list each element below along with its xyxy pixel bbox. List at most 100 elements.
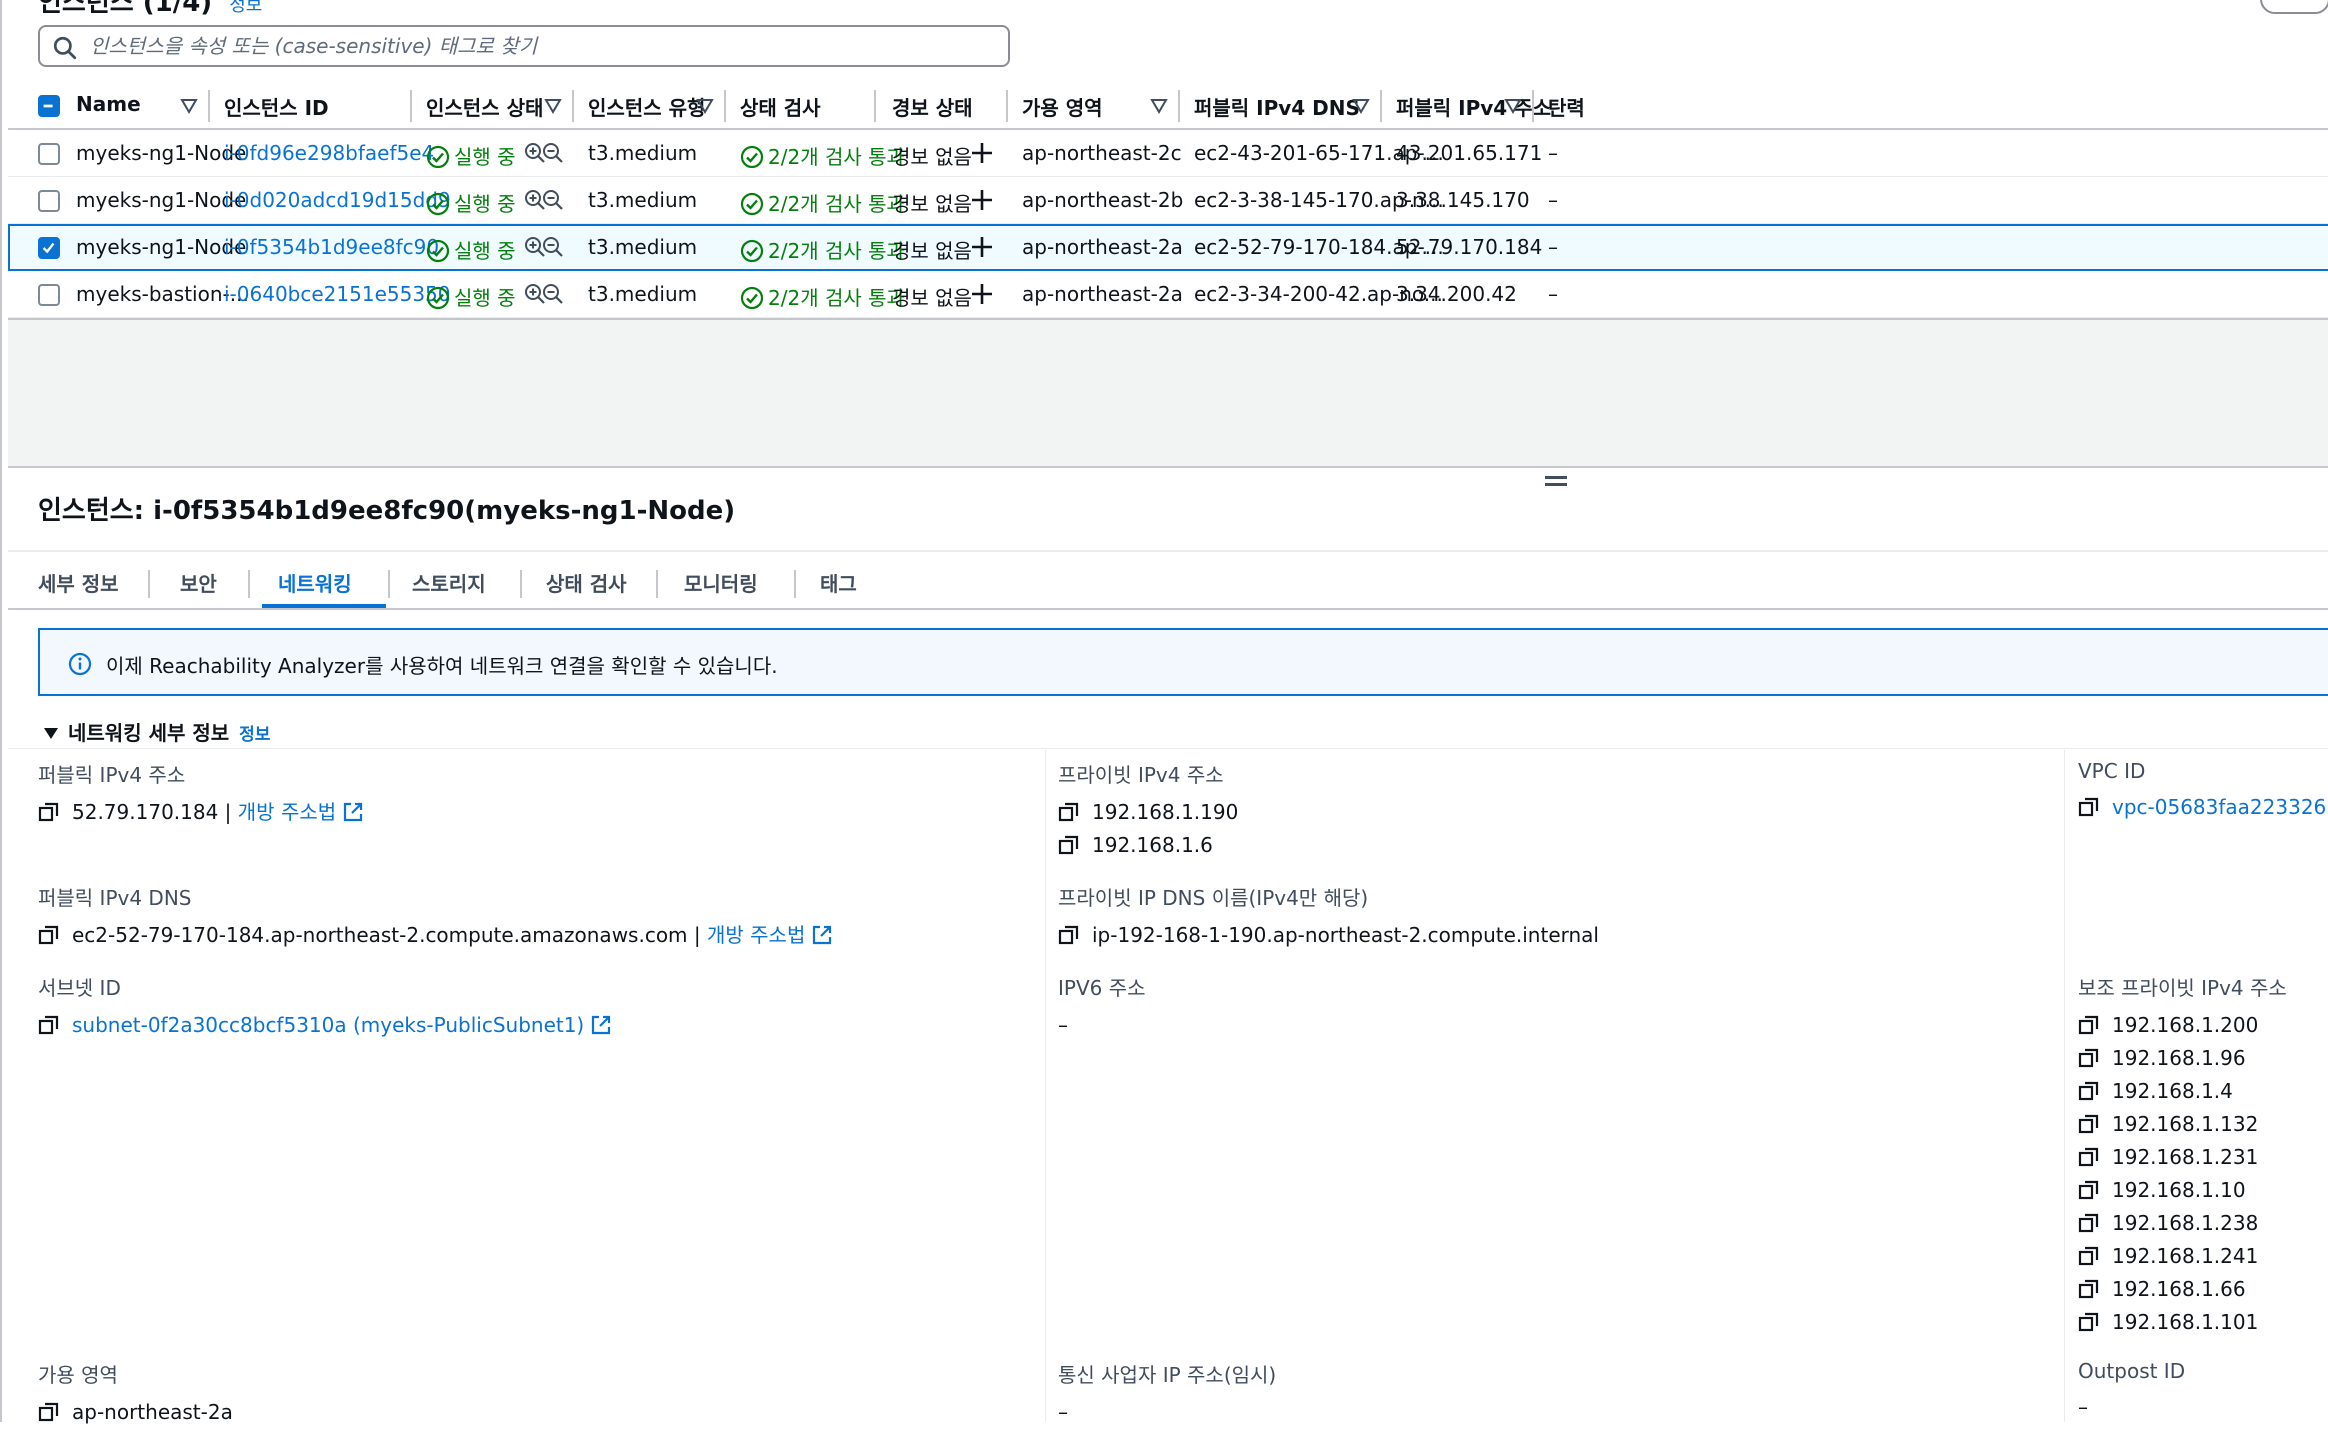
external-link-icon[interactable] xyxy=(590,1014,612,1036)
tab-storage[interactable]: 스토리지 xyxy=(412,568,486,597)
row-checkbox[interactable] xyxy=(38,237,60,259)
copy-icon[interactable] xyxy=(2078,1146,2100,1168)
tab-tags[interactable]: 태그 xyxy=(820,568,857,597)
external-link-icon[interactable] xyxy=(342,801,364,823)
copy-icon[interactable] xyxy=(2078,1278,2100,1300)
row-instance-id-link[interactable]: i-0f5354b1d9ee8fc90 xyxy=(224,235,439,259)
zoom-out-icon[interactable] xyxy=(542,282,564,306)
tab-status-checks[interactable]: 상태 검사 xyxy=(546,568,627,597)
tab-networking[interactable]: 네트워킹 xyxy=(278,568,352,597)
check-circle-icon xyxy=(426,192,450,216)
row-checkbox[interactable] xyxy=(38,190,60,212)
col-instance-id[interactable]: 인스턴스 ID xyxy=(224,92,329,121)
search-field[interactable] xyxy=(38,25,1010,67)
sort-icon[interactable] xyxy=(544,98,562,114)
external-link-icon[interactable] xyxy=(811,924,833,946)
outpost-value: – xyxy=(2078,1395,2088,1419)
search-input[interactable] xyxy=(88,31,988,61)
copy-icon[interactable] xyxy=(38,1401,60,1423)
ipv6-value: – xyxy=(1058,1013,1068,1037)
public-ipv4-value: 52.79.170.184 xyxy=(72,800,219,824)
sort-icon[interactable] xyxy=(1352,98,1370,114)
public-dns-label: 퍼블릭 IPv4 DNS xyxy=(38,886,192,910)
outpost-label: Outpost ID xyxy=(2078,1359,2186,1383)
col-availability-zone[interactable]: 가용 영역 xyxy=(1022,92,1103,121)
sort-icon[interactable] xyxy=(1504,98,1522,114)
add-alarm-icon[interactable] xyxy=(968,233,996,261)
row-status-check-text: 2/2개 검사 통과 xyxy=(768,286,905,310)
check-circle-icon xyxy=(426,286,450,310)
col-instance-type[interactable]: 인스턴스 유형 xyxy=(588,92,705,121)
copy-icon[interactable] xyxy=(2078,1311,2100,1333)
row-name: myeks-bastion-... xyxy=(76,282,249,306)
col-status-check[interactable]: 상태 검사 xyxy=(740,92,821,121)
availability-zone-field: 가용 영역 ap-northeast-2a xyxy=(38,1359,233,1429)
check-circle-icon xyxy=(740,286,764,310)
table-row[interactable]: myeks-bastion-... i-0640bce2151e55350 실행… xyxy=(8,271,2328,318)
copy-icon[interactable] xyxy=(1058,924,1080,946)
check-circle-icon xyxy=(426,239,450,263)
ipv6-label: IPV6 주소 xyxy=(1058,976,1146,1000)
row-checkbox[interactable] xyxy=(38,284,60,306)
copy-icon[interactable] xyxy=(2078,1212,2100,1234)
tab-security[interactable]: 보안 xyxy=(180,568,217,597)
ipv6-field: IPV6 주소 – xyxy=(1058,972,1146,1042)
copy-icon[interactable] xyxy=(38,924,60,946)
zoom-out-icon[interactable] xyxy=(542,188,564,212)
row-status-check: 2/2개 검사 통과 xyxy=(740,282,905,311)
networking-details-header[interactable]: 네트워킹 세부 정보 정보 xyxy=(44,717,270,746)
add-alarm-icon[interactable] xyxy=(968,186,996,214)
add-alarm-icon[interactable] xyxy=(968,280,996,308)
col-public-dns[interactable]: 퍼블릭 IPv4 DNS xyxy=(1194,92,1360,121)
row-status-check-text: 2/2개 검사 통과 xyxy=(768,145,905,169)
caret-down-icon[interactable] xyxy=(44,728,58,740)
row-checkbox[interactable] xyxy=(38,143,60,165)
refresh-button[interactable] xyxy=(2260,0,2328,14)
copy-icon[interactable] xyxy=(1058,801,1080,823)
copy-icon[interactable] xyxy=(38,801,60,823)
col-elastic-ip[interactable]: 탄력 xyxy=(1548,92,1585,121)
copy-icon[interactable] xyxy=(2078,1179,2100,1201)
row-instance-id-link[interactable]: i-0d020adcd19d15dd9 xyxy=(224,188,451,212)
row-alarm: 경보 없음 xyxy=(892,239,972,263)
col-name[interactable]: Name xyxy=(76,92,141,116)
copy-icon[interactable] xyxy=(2078,1080,2100,1102)
copy-icon[interactable] xyxy=(2078,1245,2100,1267)
table-row-selected[interactable]: myeks-ng1-Node i-0f5354b1d9ee8fc90 실행 중 … xyxy=(8,224,2328,271)
copy-icon[interactable] xyxy=(38,1014,60,1036)
row-alarm: 경보 없음 xyxy=(892,192,972,216)
copy-icon[interactable] xyxy=(2078,1014,2100,1036)
secondary-ipv4-value: 192.168.1.241 xyxy=(2112,1244,2259,1268)
open-address-link[interactable]: 개방 주소법 xyxy=(707,923,805,947)
row-elastic-ip: – xyxy=(1548,235,1558,259)
row-instance-id-link[interactable]: i-0fd96e298bfaef5e4 xyxy=(224,141,434,165)
table-row[interactable]: myeks-ng1-Node i-0d020adcd19d15dd9 실행 중 … xyxy=(8,177,2328,224)
instances-title-text: 인스턴스 (1/4) xyxy=(38,0,213,18)
add-alarm-icon[interactable] xyxy=(968,139,996,167)
copy-icon[interactable] xyxy=(2078,1047,2100,1069)
zoom-out-icon[interactable] xyxy=(542,141,564,165)
tab-details[interactable]: 세부 정보 xyxy=(38,568,119,597)
col-instance-state[interactable]: 인스턴스 상태 xyxy=(426,92,543,121)
copy-icon[interactable] xyxy=(2078,796,2100,818)
table-row[interactable]: myeks-ng1-Node i-0fd96e298bfaef5e4 실행 중 … xyxy=(8,130,2328,177)
copy-icon[interactable] xyxy=(1058,834,1080,856)
col-alarm-status[interactable]: 경보 상태 xyxy=(892,92,973,121)
row-status-check: 2/2개 검사 통과 xyxy=(740,141,905,170)
sort-icon[interactable] xyxy=(696,98,714,114)
info-link[interactable]: 정보 xyxy=(229,0,262,16)
sort-icon[interactable] xyxy=(180,98,198,114)
col-public-ip[interactable]: 퍼블릭 IPv4 주소 xyxy=(1396,92,1551,121)
subnet-link[interactable]: subnet-0f2a30cc8bcf5310a (myeks-PublicSu… xyxy=(72,1013,584,1037)
vpc-link[interactable]: vpc-05683faa223326l xyxy=(2112,795,2328,819)
tab-monitoring[interactable]: 모니터링 xyxy=(684,568,758,597)
resize-handle-icon[interactable] xyxy=(1545,476,1567,490)
select-all-checkbox[interactable] xyxy=(38,95,60,117)
copy-icon[interactable] xyxy=(2078,1113,2100,1135)
zoom-out-icon[interactable] xyxy=(542,235,564,259)
row-instance-id-link[interactable]: i-0640bce2151e55350 xyxy=(224,282,451,306)
section-info-link[interactable]: 정보 xyxy=(239,725,270,745)
open-address-link[interactable]: 개방 주소법 xyxy=(238,800,336,824)
az-value: ap-northeast-2a xyxy=(72,1400,233,1424)
sort-icon[interactable] xyxy=(1150,98,1168,114)
